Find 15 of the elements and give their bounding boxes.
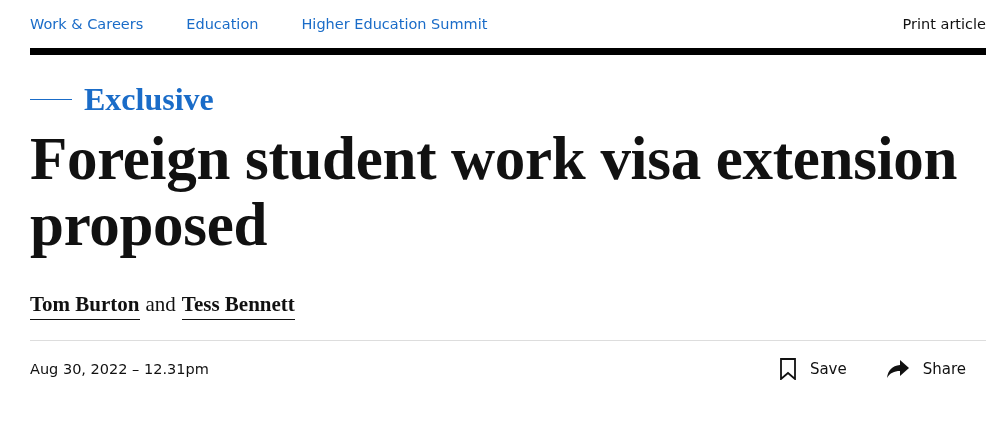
- author-link[interactable]: Tom Burton: [30, 292, 140, 320]
- bookmark-icon: [779, 358, 796, 380]
- print-article-link[interactable]: Print article: [902, 16, 986, 32]
- save-button[interactable]: Save: [779, 358, 847, 380]
- byline-conjunction: and: [145, 292, 176, 317]
- nav-link[interactable]: Work & Careers: [30, 16, 144, 32]
- headline: Foreign student work visa extension proposed: [30, 126, 959, 258]
- nav-link[interactable]: Higher Education Summit: [301, 16, 488, 32]
- share-button[interactable]: Share: [886, 358, 966, 380]
- kicker-line: [30, 99, 72, 100]
- author-link[interactable]: Tess Bennett: [181, 292, 295, 320]
- share-arrow-icon: [886, 360, 909, 378]
- publish-date: Aug 30, 2022 – 12.31pm: [30, 361, 209, 377]
- nav-link[interactable]: Education: [186, 16, 259, 32]
- kicker-label: Exclusive: [84, 81, 214, 118]
